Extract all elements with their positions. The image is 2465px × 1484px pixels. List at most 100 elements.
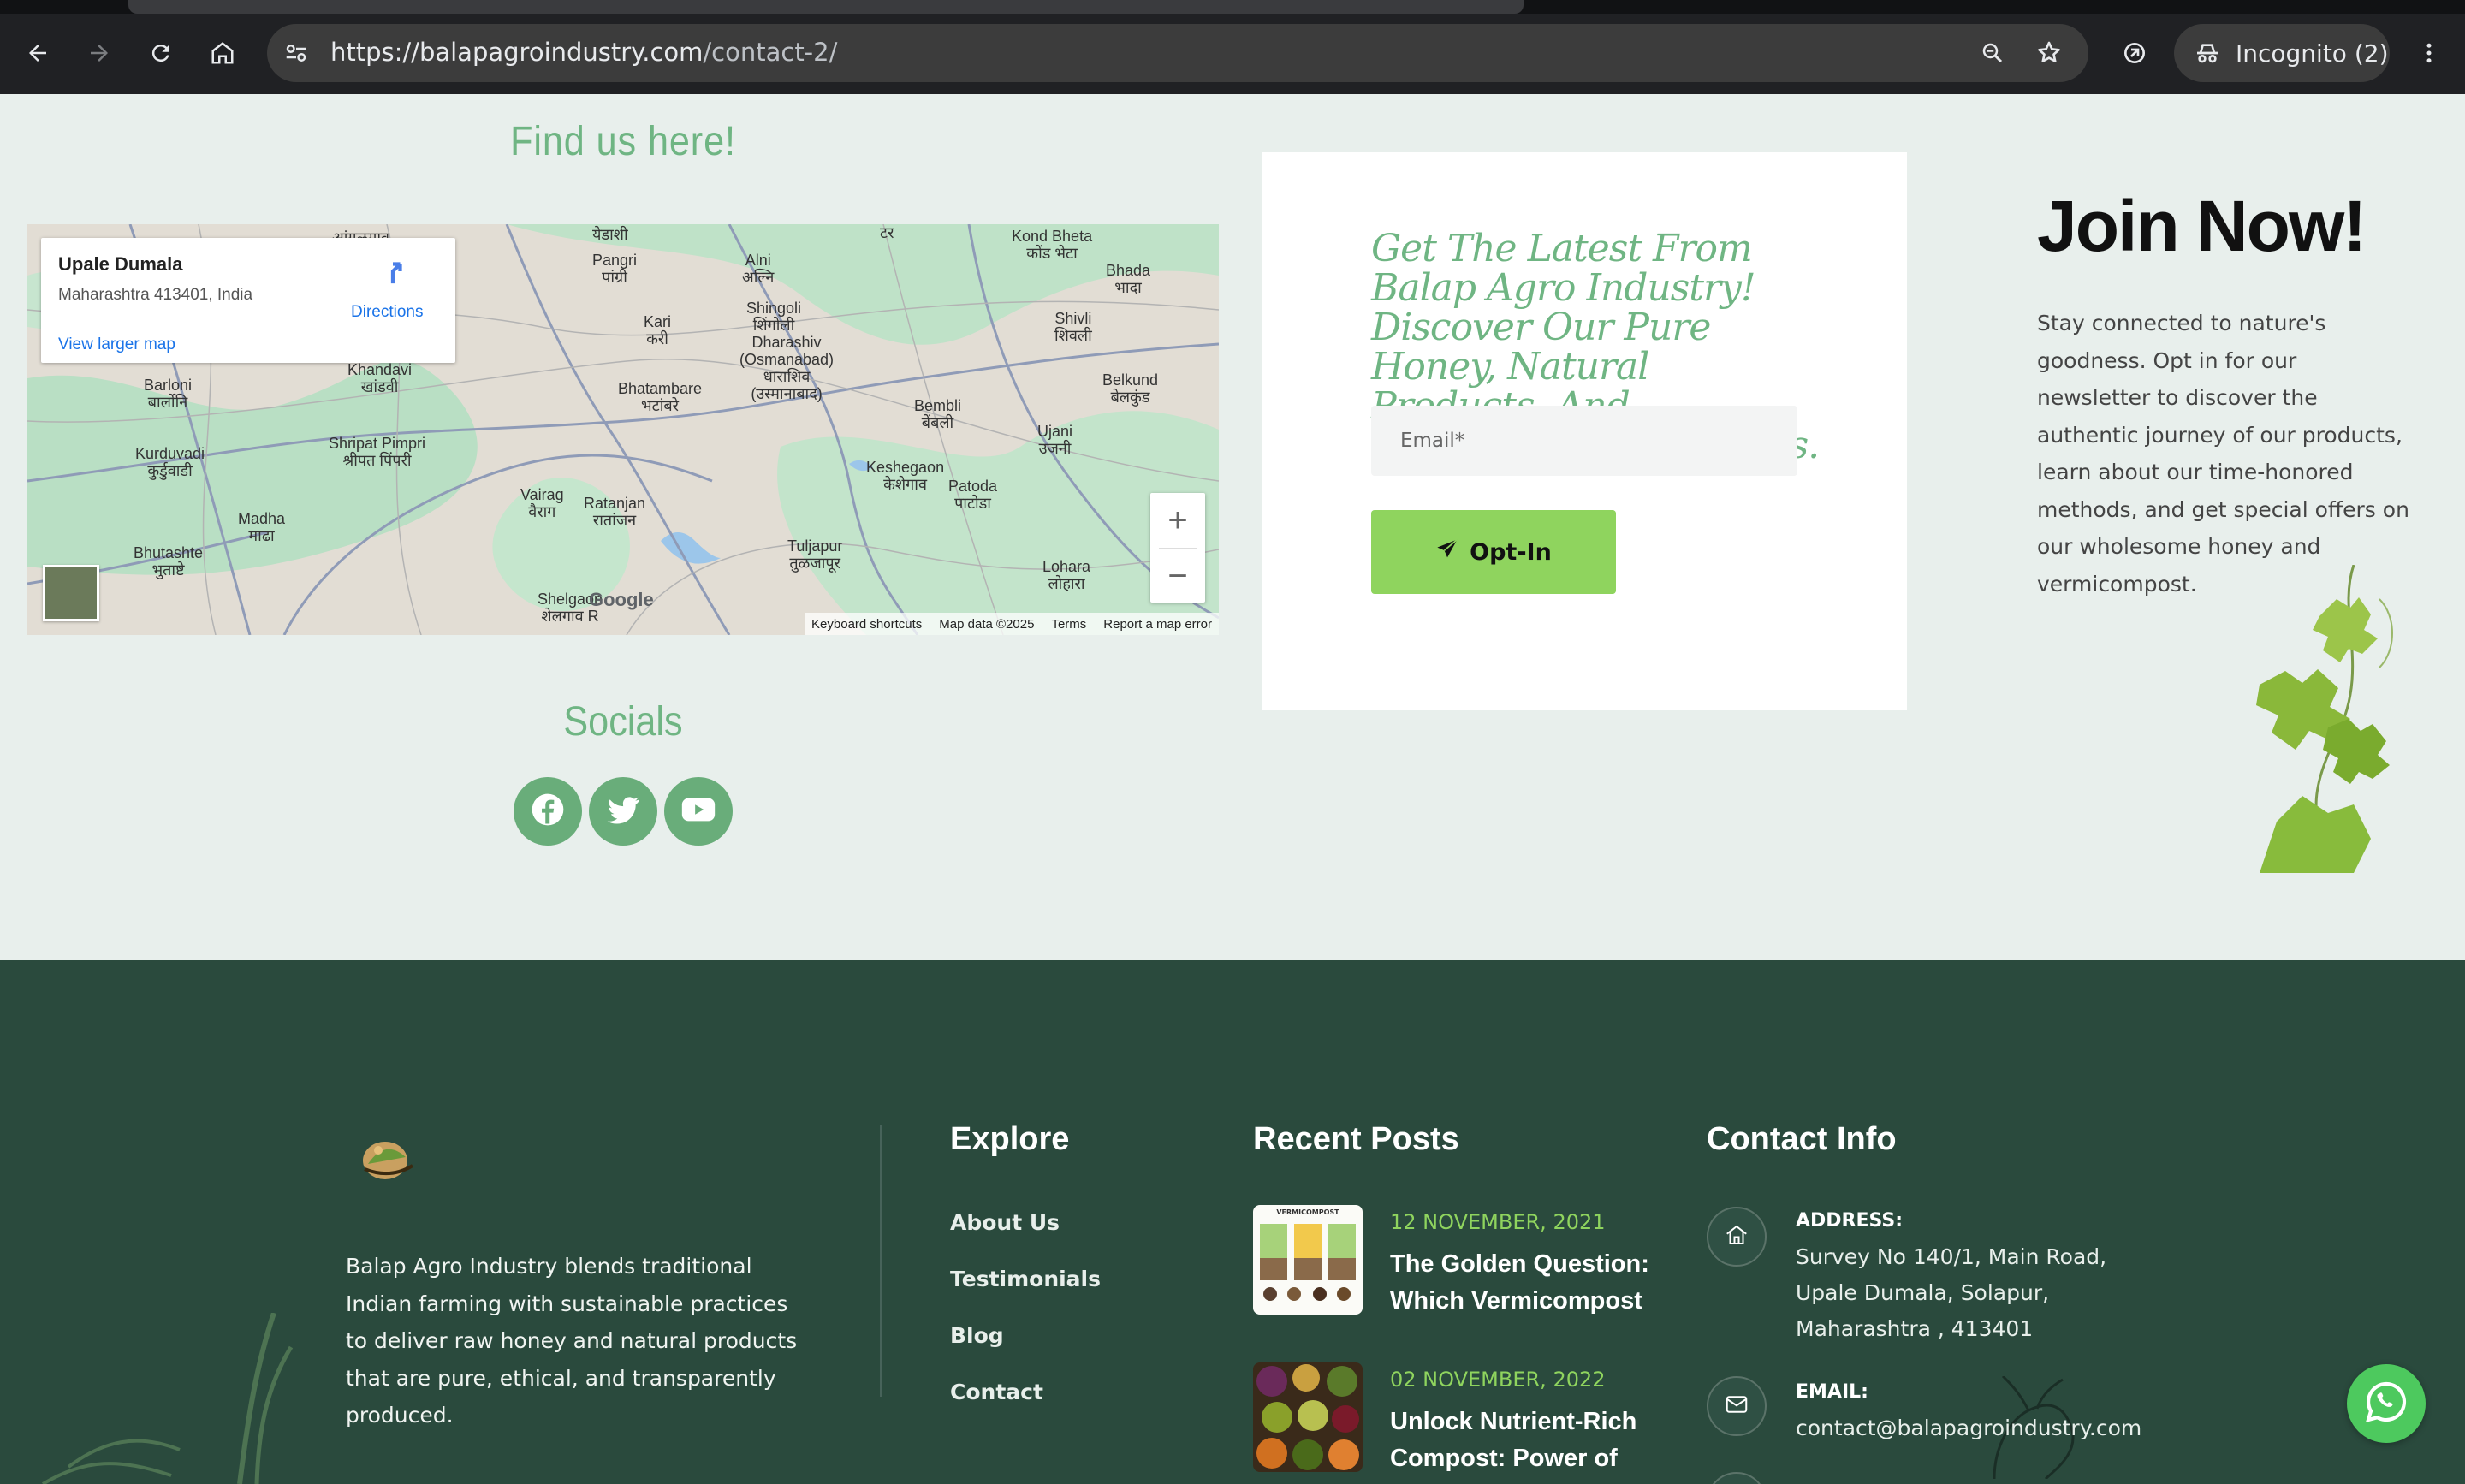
- find-us-heading: Find us here!: [510, 119, 736, 164]
- map-label: Alni अल्नि: [742, 252, 775, 286]
- footer-about-text: Balap Agro Industry blends traditional I…: [346, 1254, 798, 1428]
- map-label: Tuljapur तुळजापूर: [787, 537, 843, 572]
- map-label: Kond Bheta कोंड भेटा: [1012, 228, 1093, 262]
- map-label: Belkund बेलकुंड: [1102, 371, 1159, 406]
- map-label: Madha माढा: [238, 510, 286, 544]
- join-description: Stay connected to nature's goodness. Opt…: [2037, 305, 2414, 603]
- site-settings-icon[interactable]: [276, 33, 317, 74]
- footer-divider: [880, 1125, 882, 1397]
- email-label: EMAIL:: [1796, 1381, 1868, 1403]
- view-larger-map-link[interactable]: View larger map: [58, 335, 175, 354]
- terms-link[interactable]: Terms: [1051, 617, 1086, 632]
- email-icon-badge: [1707, 1376, 1767, 1436]
- post-thumbnail[interactable]: VERMICOMPOST: [1253, 1205, 1363, 1315]
- map-label: Ujani उजनी: [1037, 423, 1073, 457]
- footer-link-about-us[interactable]: About Us: [950, 1210, 1060, 1235]
- map-label: Vairag वैराग: [520, 486, 564, 520]
- map-label: Shripat Pimpri श्रीपत पिंपरी: [329, 435, 426, 469]
- zoom-in-button[interactable]: +: [1150, 493, 1205, 548]
- email-field[interactable]: Email*: [1371, 406, 1797, 476]
- map-label: Shivli शिवली: [1054, 310, 1092, 344]
- join-now-heading: Join Now!: [2037, 186, 2367, 266]
- footer-link-contact[interactable]: Contact: [950, 1380, 1043, 1404]
- map-label: Kurduvadi कुर्डुवाडी: [135, 445, 205, 479]
- extension-icon[interactable]: [2114, 33, 2155, 74]
- address-value: Survey No 140/1, Main Road, Upale Dumala…: [1796, 1244, 2107, 1341]
- url-host: https://balapagroindustry.com: [330, 38, 704, 67]
- post-date: 12 NOVEMBER, 2021: [1390, 1210, 1606, 1234]
- footer-link-testimonials[interactable]: Testimonials: [950, 1267, 1101, 1291]
- paper-plane-icon: [1435, 537, 1459, 567]
- menu-kebab-icon[interactable]: [2409, 33, 2450, 74]
- directions-icon[interactable]: [378, 257, 407, 289]
- url-text[interactable]: https://balapagroindustry.com/contact-2/: [330, 38, 837, 67]
- zoom-out-button[interactable]: −: [1150, 549, 1205, 603]
- facebook-icon: [529, 791, 567, 832]
- satellite-layer-toggle[interactable]: [43, 565, 99, 621]
- map-label: Bhatambare भटांबरे: [618, 380, 703, 414]
- incognito-label: Incognito (2): [2236, 39, 2389, 68]
- post-title[interactable]: Unlock Nutrient-Rich Compost: Power of: [1390, 1404, 1664, 1477]
- opt-in-button[interactable]: Opt-In: [1371, 510, 1616, 594]
- map-label: Ratanjan रातांजन: [584, 495, 646, 529]
- back-icon[interactable]: [17, 33, 58, 74]
- vine-leaves-decoration: [2225, 564, 2414, 874]
- map-data-label: Map data ©2025: [939, 616, 1035, 632]
- map-label: Bhutashte भुताष्टे: [134, 544, 204, 579]
- home-icon[interactable]: [202, 33, 243, 74]
- reload-icon[interactable]: [140, 33, 181, 74]
- embedded-map[interactable]: आंगळगाव येडाशी टर Kond Bhetaकोंड भेटा Pa…: [27, 224, 1219, 635]
- tab-strip: [0, 0, 2465, 14]
- bookmark-star-icon[interactable]: [2028, 33, 2070, 74]
- explore-heading: Explore: [950, 1121, 1070, 1157]
- whatsapp-chat-button[interactable]: [2347, 1364, 2426, 1443]
- address-icon-badge: [1707, 1207, 1767, 1267]
- recent-posts-heading: Recent Posts: [1253, 1121, 1459, 1157]
- map-label: येडाशी: [592, 226, 628, 243]
- incognito-button[interactable]: Incognito (2): [2174, 24, 2390, 82]
- active-tab[interactable]: [128, 0, 1524, 14]
- map-label: Barloni बार्लोनि: [144, 377, 193, 411]
- address-label: ADDRESS:: [1796, 1210, 1904, 1232]
- socials-heading: Socials: [563, 699, 683, 745]
- map-place-card: Upale Dumala Maharashtra 413401, India V…: [41, 238, 455, 363]
- twitter-icon: [604, 791, 642, 832]
- forward-icon[interactable]: [79, 33, 120, 74]
- map-label: Pangri पांग्री: [592, 252, 638, 286]
- google-logo: Google: [589, 589, 654, 610]
- map-place-address: Maharashtra 413401, India: [58, 286, 253, 304]
- thumb-title: VERMICOMPOST: [1276, 1208, 1339, 1216]
- map-label: Lohara लोहारा: [1042, 558, 1091, 592]
- youtube-button[interactable]: [664, 777, 733, 846]
- map-place-name: Upale Dumala: [58, 253, 183, 275]
- report-map-error-link[interactable]: Report a map error: [1103, 617, 1212, 632]
- envelope-icon: [1724, 1392, 1749, 1421]
- post-title[interactable]: The Golden Question: Which Vermicompost: [1390, 1246, 1664, 1320]
- map-label: Bhada भादा: [1106, 262, 1151, 296]
- map-label: Keshegaon केशेगाव: [866, 459, 945, 493]
- facebook-button[interactable]: [514, 777, 582, 846]
- zoom-icon[interactable]: [1972, 33, 2013, 74]
- map-label: Dharashiv (Osmanabad) धाराशिव (उस्मानाबाद): [740, 334, 835, 402]
- incognito-icon: [2193, 39, 2222, 73]
- opt-in-label: Opt-In: [1470, 538, 1552, 566]
- whatsapp-icon: [2362, 1378, 2410, 1429]
- map-label: Shingoli शिंगोली: [746, 300, 802, 334]
- balap-logo[interactable]: [356, 1125, 421, 1190]
- map-label: Patoda पाटोडा: [948, 478, 998, 512]
- map-label: Bembli बेंबली: [914, 397, 962, 431]
- directions-link[interactable]: Directions: [351, 303, 423, 322]
- map-label: Khandavi खांडवी: [347, 361, 413, 395]
- post-date: 02 NOVEMBER, 2022: [1390, 1368, 1606, 1392]
- browser-chrome: https://balapagroindustry.com/contact-2/…: [0, 0, 2465, 94]
- contact-info-heading: Contact Info: [1707, 1121, 1897, 1157]
- twitter-button[interactable]: [589, 777, 657, 846]
- home-icon: [1724, 1222, 1749, 1251]
- join-text-1: Stay connected to nature's goodness. Opt…: [2037, 311, 2409, 522]
- footer-link-blog[interactable]: Blog: [950, 1323, 1004, 1348]
- map-label: Kari करी: [644, 313, 672, 347]
- map-zoom-control: + −: [1150, 493, 1205, 603]
- post-thumbnail[interactable]: [1253, 1362, 1363, 1472]
- keyboard-shortcuts-link[interactable]: Keyboard shortcuts: [811, 617, 922, 632]
- email-value[interactable]: contact@balapagroindustry.com: [1796, 1410, 2155, 1446]
